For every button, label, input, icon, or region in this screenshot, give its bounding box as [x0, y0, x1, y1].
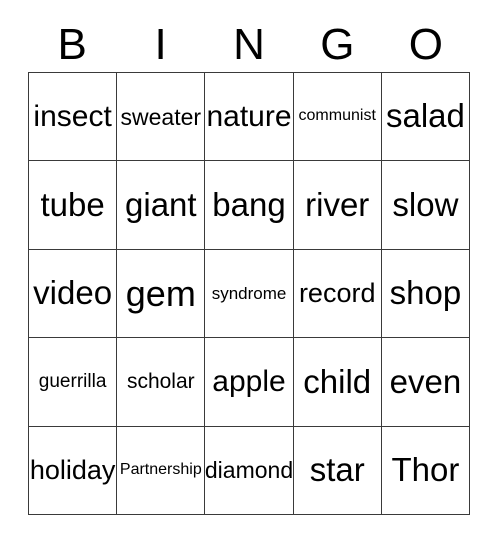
- bingo-cell-b3[interactable]: video: [29, 249, 118, 339]
- bingo-cell-n4[interactable]: apple: [205, 338, 294, 427]
- bingo-cell-label: video: [33, 274, 113, 312]
- bingo-cell-label: shop: [389, 274, 462, 312]
- bingo-cell-label: communist: [298, 107, 376, 125]
- bingo-cell-label: giant: [125, 185, 197, 223]
- bingo-cell-n2[interactable]: bang: [205, 161, 294, 250]
- bingo-cell-g2[interactable]: river: [293, 161, 382, 250]
- bingo-header: B I N G O: [28, 18, 470, 72]
- bingo-cell-label: child: [303, 362, 372, 400]
- bingo-cell-o3[interactable]: shop: [381, 249, 471, 339]
- bingo-cell-label: Thor: [391, 451, 460, 488]
- header-letter-n: N: [233, 20, 265, 69]
- bingo-cell-b2[interactable]: tube: [29, 161, 118, 250]
- bingo-cell-label: slow: [392, 185, 459, 223]
- header-letter-i: I: [154, 20, 167, 69]
- bingo-cell-b5[interactable]: holiday: [29, 426, 118, 516]
- bingo-cell-b1[interactable]: insect: [29, 73, 118, 162]
- bingo-row: video gem syndrome record shop: [29, 249, 471, 339]
- bingo-row: insect sweater nature communist salad: [29, 73, 471, 162]
- bingo-cell-label: gem: [125, 272, 196, 314]
- bingo-cell-label: scholar: [126, 369, 195, 393]
- bingo-cell-label: diamond: [205, 457, 294, 484]
- bingo-cell-g3[interactable]: record: [293, 249, 382, 339]
- bingo-cell-label: sweater: [120, 103, 202, 130]
- bingo-cell-i4[interactable]: scholar: [117, 338, 206, 427]
- bingo-cell-b4[interactable]: guerrilla: [29, 338, 118, 427]
- bingo-cell-label: salad: [385, 97, 465, 135]
- bingo-cell-g4[interactable]: child: [293, 338, 382, 427]
- bingo-card: B I N G O insect sweater nature communis…: [0, 0, 500, 544]
- bingo-cell-label: syndrome: [211, 283, 287, 303]
- bingo-cell-label: Partnership: [119, 460, 202, 478]
- bingo-cell-i5[interactable]: Partnership: [117, 426, 206, 516]
- bingo-cell-n5[interactable]: diamond: [205, 426, 294, 516]
- bingo-cell-label: guerrilla: [38, 370, 107, 392]
- bingo-row: holiday Partnership diamond star Thor: [29, 426, 471, 516]
- header-letter-o: O: [408, 20, 443, 69]
- bingo-cell-n3[interactable]: syndrome: [205, 249, 294, 339]
- header-letter-b: B: [57, 20, 87, 69]
- bingo-cell-o1[interactable]: salad: [381, 73, 471, 162]
- bingo-cell-label: tube: [40, 185, 105, 223]
- bingo-cell-i2[interactable]: giant: [117, 161, 206, 250]
- bingo-cell-label: insect: [33, 99, 112, 133]
- bingo-cell-o5[interactable]: Thor: [381, 426, 471, 516]
- bingo-row: tube giant bang river slow: [29, 161, 471, 250]
- bingo-cell-o2[interactable]: slow: [381, 161, 471, 250]
- bingo-cell-label: bang: [212, 185, 286, 223]
- bingo-cell-label: star: [309, 451, 365, 488]
- bingo-cell-label: holiday: [29, 455, 116, 486]
- bingo-cell-label: record: [298, 278, 376, 309]
- bingo-cell-label: river: [305, 185, 370, 223]
- bingo-cell-g5[interactable]: star: [293, 426, 382, 516]
- bingo-grid: insect sweater nature communist salad tu…: [28, 72, 471, 516]
- bingo-cell-label: nature: [206, 99, 292, 133]
- bingo-cell-n1[interactable]: nature: [205, 73, 294, 162]
- bingo-cell-o4[interactable]: even: [381, 338, 471, 427]
- bingo-cell-i3[interactable]: gem: [117, 249, 206, 339]
- bingo-row: guerrilla scholar apple child even: [29, 338, 471, 427]
- bingo-cell-g1[interactable]: communist: [293, 73, 382, 162]
- header-letter-g: G: [320, 20, 355, 69]
- bingo-cell-label: apple: [212, 365, 286, 399]
- bingo-cell-i1[interactable]: sweater: [117, 73, 206, 162]
- bingo-cell-label: even: [389, 362, 462, 400]
